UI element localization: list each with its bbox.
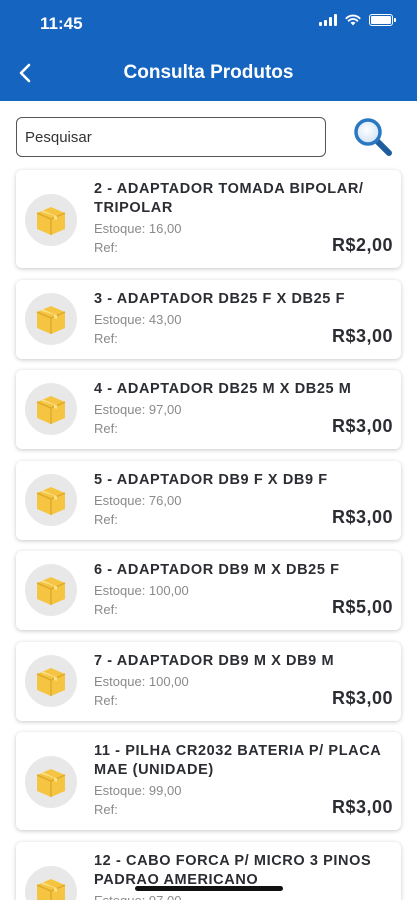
battery-icon [369,14,396,26]
box-icon [36,769,66,797]
product-stock: Estoque: 100,00 [94,674,189,689]
product-name: 12 - CABO FORCA P/ MICRO 3 PINOS PADRAO … [94,853,372,888]
product-stock: Estoque: 99,00 [94,783,182,798]
product-stock: Estoque: 43,00 [94,312,182,327]
product-stock: Estoque: 100,00 [94,583,189,598]
product-price: R$3,00 [331,507,393,527]
box-icon [36,207,66,235]
product-name: 4 - ADAPTADOR DB25 M X DB25 M [94,381,352,397]
product-stock: Estoque: 16,00 [94,221,182,236]
product-ref: Ref: [94,693,118,708]
product-price: R$3,00 [331,416,393,436]
product-name: 5 - ADAPTADOR DB9 F X DB9 F [94,472,328,488]
product-ref: Ref: [94,802,118,817]
product-price: R$2,00 [331,235,393,255]
product-name: 6 - ADAPTADOR DB9 M X DB25 F [94,562,340,578]
product-card[interactable]: 6 - ADAPTADOR DB9 M X DB25 F Estoque: 100… [16,551,401,630]
box-icon [36,396,66,424]
product-stock: Estoque: 97,00 [94,893,181,900]
home-indicator [135,886,283,891]
status-icons [319,14,396,26]
product-price: R$3,00 [331,326,393,346]
product-name: 7 - ADAPTADOR DB9 M X DB9 M [94,653,335,669]
product-card[interactable]: 5 - ADAPTADOR DB9 F X DB9 F Estoque: 76,0… [16,461,401,540]
product-stock: Estoque: 97,00 [94,402,182,417]
search-input[interactable] [16,117,326,157]
wifi-icon [345,14,361,26]
product-avatar [25,866,77,900]
product-price: R$5,00 [331,597,393,617]
box-icon [36,879,66,900]
product-avatar [25,474,77,526]
signal-icon [319,14,337,26]
product-ref: Ref: [94,331,118,346]
product-ref: Ref: [94,421,118,436]
product-ref: Ref: [94,240,118,255]
box-icon [36,668,66,696]
product-name: 2 - ADAPTADOR TOMADA BIPOLAR/ TRIPOLAR [94,181,364,216]
product-price: R$3,00 [331,688,393,708]
search-button[interactable] [350,114,394,158]
product-stock: Estoque: 76,00 [94,493,182,508]
box-icon [36,306,66,334]
app-header: 11:45 Consulta Produtos [0,0,417,101]
product-avatar [25,564,77,616]
product-name: 3 - ADAPTADOR DB25 F X DB25 F [94,291,346,307]
box-icon [36,577,66,605]
box-icon [36,487,66,515]
product-card[interactable]: 12 - CABO FORCA P/ MICRO 3 PINOS PADRAO … [16,842,401,900]
magnifier-icon [354,118,392,156]
product-ref: Ref: [94,602,118,617]
product-card[interactable]: 3 - ADAPTADOR DB25 F X DB25 F Estoque: 43… [16,280,401,359]
status-time: 11:45 [40,14,83,33]
product-avatar [25,293,77,345]
product-card[interactable]: 2 - ADAPTADOR TOMADA BIPOLAR/ TRIPOLAR Es… [16,170,401,268]
product-ref: Ref: [94,512,118,527]
product-card[interactable]: 4 - ADAPTADOR DB25 M X DB25 M Estoque: 97… [16,370,401,449]
product-avatar [25,383,77,435]
product-avatar [25,194,77,246]
product-avatar [25,756,77,808]
product-name: 11 - PILHA CR2032 BATERIA P/ PLACA MAE (… [94,743,381,778]
product-card[interactable]: 11 - PILHA CR2032 BATERIA P/ PLACA MAE (… [16,732,401,830]
product-avatar [25,655,77,707]
product-price: R$3,00 [331,797,393,817]
product-card[interactable]: 7 - ADAPTADOR DB9 M X DB9 M Estoque: 100,… [16,642,401,721]
page-title: Consulta Produtos [123,62,294,83]
